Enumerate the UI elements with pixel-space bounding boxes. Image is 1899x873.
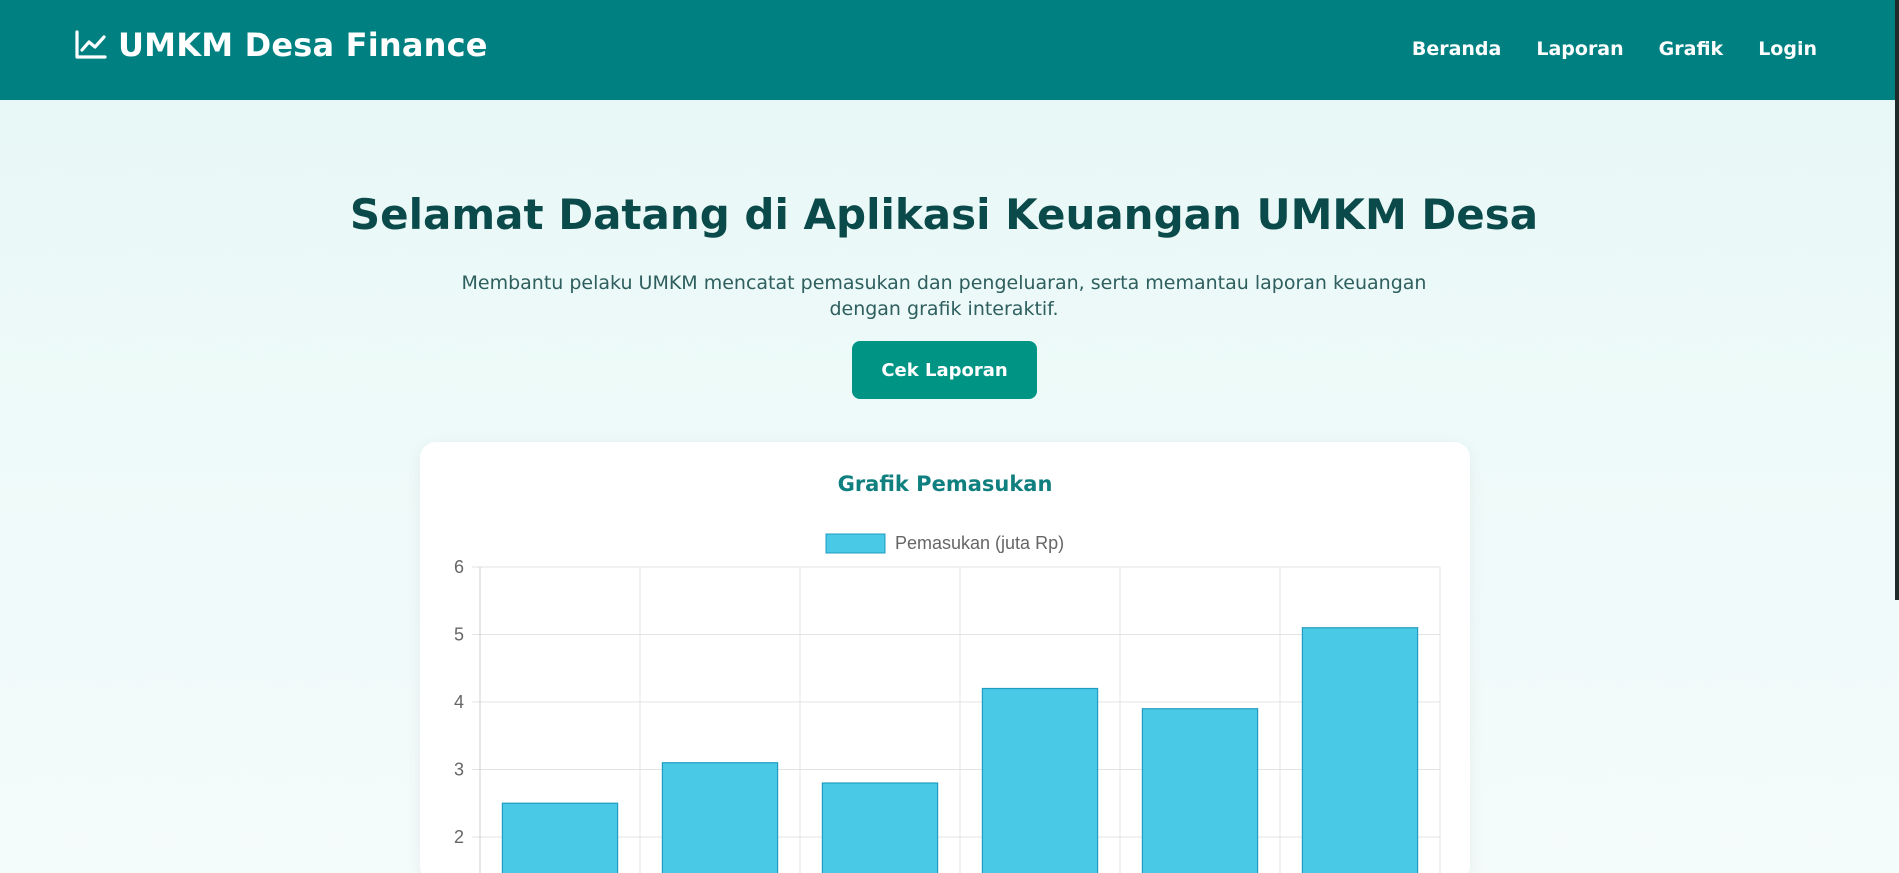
line-chart-icon — [75, 30, 107, 59]
y-tick-label: 2 — [454, 827, 464, 847]
bar — [981, 687, 1099, 873]
nav-login[interactable]: Login — [1758, 38, 1817, 60]
bar — [1301, 627, 1419, 873]
y-tick-label: 5 — [454, 625, 464, 645]
brand[interactable]: UMKM Desa Finance — [74, 26, 488, 64]
top-navbar: UMKM Desa Finance Beranda Laporan Grafik… — [0, 0, 1899, 100]
legend-swatch — [825, 533, 886, 554]
hero-subtitle: Membantu pelaku UMKM mencatat pemasukan … — [461, 272, 1427, 320]
nav-beranda[interactable]: Beranda — [1412, 38, 1502, 60]
bar — [661, 762, 779, 873]
bar — [501, 802, 619, 873]
y-tick-label: 4 — [454, 692, 464, 712]
y-tick-label: 6 — [454, 557, 464, 577]
nav-links: Beranda Laporan Grafik Login — [1377, 38, 1817, 60]
scrollbar[interactable] — [1895, 0, 1899, 600]
cek-laporan-button[interactable]: Cek Laporan — [852, 341, 1037, 399]
hero-title: Selamat Datang di Aplikasi Keuangan UMKM… — [349, 190, 1539, 239]
y-tick-label: 3 — [454, 760, 464, 780]
income-bar-chart: Pemasukan (juta Rp) 6 5 4 3 2 — [454, 533, 1441, 873]
bar — [1141, 708, 1259, 873]
nav-laporan[interactable]: Laporan — [1536, 38, 1623, 60]
bar — [821, 782, 939, 873]
nav-grafik[interactable]: Grafik — [1659, 38, 1724, 60]
legend-label: Pemasukan (juta Rp) — [895, 533, 1064, 553]
chart-card: Grafik Pemasukan Pemasukan (juta Rp) 6 5 4 3… — [420, 442, 1470, 873]
brand-name: UMKM Desa Finance — [118, 26, 488, 64]
